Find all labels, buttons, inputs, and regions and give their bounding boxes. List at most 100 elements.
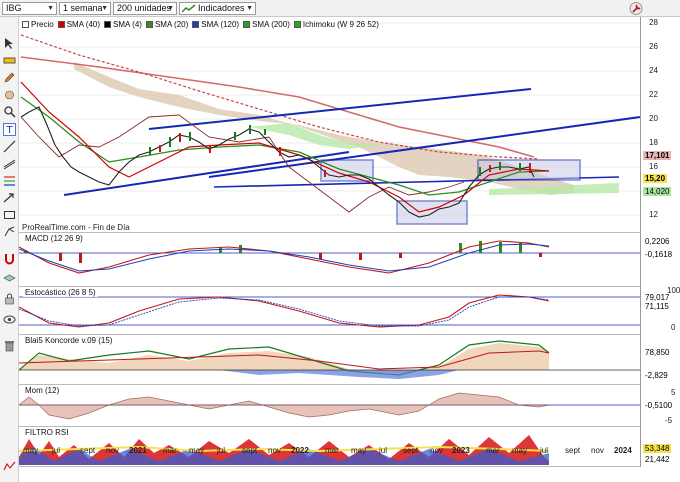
macd-tag: -0,1618	[645, 250, 673, 259]
legend-label: SMA (200)	[252, 19, 290, 29]
stochastic-tag: 71,115	[645, 302, 669, 311]
indicators-button[interactable]: Indicadores ▼	[179, 2, 256, 15]
chevron-down-icon: ▼	[246, 5, 253, 12]
price-tag: 17,101	[643, 151, 672, 160]
symbol-selector[interactable]: IBG ▼	[2, 2, 57, 15]
line-tool-icon[interactable]	[3, 140, 16, 153]
stochastic-chart	[19, 294, 640, 328]
legend-label: SMA (40)	[66, 19, 101, 29]
filtro-rsi-tag: 21,442	[645, 455, 670, 464]
hand-icon[interactable]	[3, 88, 16, 101]
drawing-tools-bar: T	[0, 17, 19, 482]
date-label: 2021	[129, 446, 147, 455]
pencil-icon[interactable]	[3, 71, 16, 84]
stochastic-axis: 79,017 71,115 100 0	[640, 286, 680, 335]
chevron-down-icon: ▼	[101, 5, 108, 12]
date-axis[interactable]: may jul sept nov 2021 mar may jul sept n…	[19, 440, 640, 482]
macd-axis: 0,2206 -0,1618	[640, 233, 680, 287]
legend-swatch	[145, 20, 153, 28]
scale-toggle-icon[interactable]	[3, 460, 16, 473]
sma20-line	[20, 81, 550, 213]
date-label: mar	[325, 446, 339, 455]
pitchfork-icon[interactable]	[3, 225, 16, 238]
filtro-rsi-tag: 53,348	[643, 444, 672, 453]
zoom-icon[interactable]	[3, 105, 16, 118]
trash-icon[interactable]	[3, 339, 16, 352]
koncorde-area-blue	[219, 370, 459, 379]
legend-swatch	[243, 20, 251, 28]
legend-item[interactable]: SMA (20)	[145, 18, 188, 30]
macd-line	[19, 240, 550, 274]
legend-label: Precio	[31, 19, 54, 29]
legend-label: SMA (120)	[201, 19, 240, 29]
indicators-label: Indicadores	[198, 3, 245, 13]
top-toolbar: IBG ▼ 1 semana ▼ 200 unidades ▼ Indicado…	[0, 0, 680, 17]
price-tick: 22	[649, 90, 658, 99]
koncorde-axis: 78,850 -2,829	[640, 335, 680, 385]
price-chart-pane[interactable]: Precio SMA (40) SMA (4) SMA (20) SMA (12…	[19, 17, 640, 233]
date-label: mar	[163, 446, 177, 455]
units-selector[interactable]: 200 unidades ▼	[113, 2, 177, 15]
koncorde-tag: 78,850	[645, 348, 670, 357]
date-label: sept	[565, 446, 581, 455]
momentum-chart	[19, 392, 640, 420]
legend-label: SMA (4)	[113, 19, 142, 29]
stochastic-title: Estocástico (26 8 5)	[23, 288, 98, 297]
date-label: jul	[540, 446, 549, 455]
fibonacci-icon[interactable]	[3, 174, 16, 187]
macd-pane[interactable]: MACD (12 26 9)	[19, 233, 640, 287]
cursor-icon[interactable]	[3, 37, 16, 50]
filtro-rsi-axis: 53,348 21,442	[640, 427, 680, 467]
magnet-icon[interactable]	[3, 252, 16, 265]
koncorde-pane[interactable]: Blai5 Koncorde v.09 (15)	[19, 335, 640, 385]
date-label: jul	[52, 446, 61, 455]
eye-icon[interactable]	[3, 313, 16, 326]
date-label: sept	[242, 446, 258, 455]
koncorde-tag: -2,829	[645, 371, 668, 380]
price-tick: 28	[649, 18, 658, 27]
shape-tool-icon[interactable]	[3, 208, 16, 221]
text-tool-icon[interactable]: T	[3, 123, 16, 136]
watermark: ProRealTime.com - Fin de Día	[22, 223, 130, 232]
legend-item[interactable]: Ichimoku (W 9 26 52)	[293, 18, 379, 30]
legend-item[interactable]: SMA (120)	[192, 18, 239, 30]
legend-swatch	[192, 20, 200, 28]
layers-icon[interactable]	[3, 273, 16, 286]
koncorde-title: Blai5 Koncorde v.09 (15)	[23, 336, 115, 345]
date-label: may	[351, 446, 367, 455]
lock-icon[interactable]	[3, 292, 16, 305]
indicators-icon	[182, 4, 196, 13]
macd-tag: 0,2206	[645, 237, 670, 246]
date-label: may	[512, 446, 528, 455]
timeframe-selector[interactable]: 1 semana ▼	[59, 2, 111, 15]
cloud-tag: 14,020	[643, 187, 672, 196]
legend-item[interactable]: SMA (4)	[104, 18, 142, 30]
price-axis[interactable]: 28 26 24 22 20 18 16 14 12 17,101 15,20 …	[640, 17, 680, 233]
ruler-icon[interactable]	[3, 54, 16, 67]
date-label: jul	[217, 446, 226, 455]
price-tick: 24	[649, 66, 658, 75]
date-label: 2022	[291, 446, 309, 455]
momentum-title: Mom (12)	[23, 386, 62, 395]
date-label: 2023	[452, 446, 470, 455]
legend-item[interactable]: Precio	[22, 18, 54, 30]
filtro-rsi-title: FILTRO RSI	[23, 428, 71, 437]
macd-chart	[19, 240, 640, 274]
date-label: mar	[486, 446, 500, 455]
channel-tool-icon[interactable]	[3, 157, 16, 170]
ichimoku-cloud-green	[249, 123, 379, 149]
momentum-tag: -0,5100	[645, 401, 673, 410]
wrench-settings-icon[interactable]	[628, 1, 644, 16]
momentum-area	[19, 392, 550, 420]
last-price-tag: 15,20	[643, 174, 668, 183]
price-legend: Precio SMA (40) SMA (4) SMA (20) SMA (12…	[22, 18, 379, 30]
stochastic-pane[interactable]: Estocástico (26 8 5)	[19, 287, 640, 335]
stochastic-d-line	[19, 296, 550, 327]
arrow-tool-icon[interactable]	[3, 191, 16, 204]
legend-item[interactable]: SMA (40)	[57, 18, 101, 30]
legend-item[interactable]: SMA (200)	[243, 18, 290, 30]
date-label: sept	[403, 446, 419, 455]
momentum-pane[interactable]: Mom (12)	[19, 385, 640, 427]
legend-swatch	[57, 20, 65, 28]
price-tick: 20	[649, 114, 658, 123]
